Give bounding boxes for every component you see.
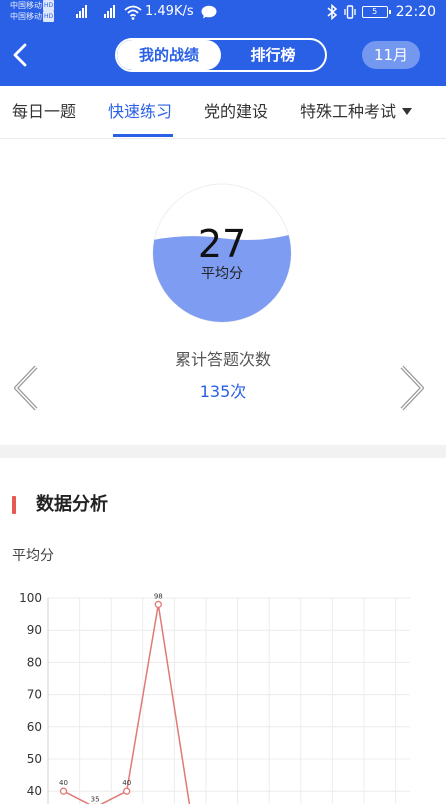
section-accent-bar: [12, 496, 16, 514]
chart-data-point: [123, 787, 131, 795]
status-bar: 中国移动 HD 中国移动 HD 1.49K/s 5 22:20: [0, 0, 446, 26]
score-card: 27 平均分 累计答题次数 135次: [0, 139, 446, 445]
chart-y-tick-label: 100: [19, 591, 42, 605]
tab-label: 快速练习: [108, 102, 173, 121]
tab-quick-practice[interactable]: 快速练习: [108, 86, 172, 138]
signal-icon: [76, 5, 87, 18]
chart-y-tick-label: 40: [27, 784, 42, 798]
chart-data-label: 40: [59, 779, 68, 787]
nav-bar: 我的战绩 排行榜 11月: [0, 26, 446, 86]
section-gap: [0, 445, 446, 458]
dropdown-arrow-icon: [402, 108, 413, 115]
month-selector-button[interactable]: 11月: [362, 41, 420, 69]
tab-special-exam[interactable]: 特殊工种考试: [300, 86, 413, 138]
chart-y-tick-label: 50: [27, 752, 42, 766]
section-title: 数据分析: [36, 494, 108, 515]
average-score: 27: [197, 222, 247, 266]
active-tab-indicator: [113, 134, 173, 137]
clock: 22:20: [395, 4, 436, 20]
average-score-label: 平均分: [201, 266, 243, 282]
chart-y-tick-label: 90: [27, 623, 42, 637]
chart-data-label: 40: [122, 779, 131, 787]
carrier-2: 中国移动: [10, 12, 42, 21]
tab-label: 每日一题: [12, 102, 77, 121]
signal-icon: [104, 5, 115, 18]
category-tabs: 每日一题 快速练习 党的建设 特殊工种考试: [0, 86, 446, 138]
battery-icon: 5: [361, 6, 391, 18]
battery-level: 5: [372, 7, 378, 16]
chart-y-tick-label: 80: [27, 655, 42, 669]
carrier-1: 中国移动: [10, 1, 42, 10]
net-speed: 1.49K/s: [145, 4, 194, 19]
wifi-icon: [124, 5, 142, 20]
next-arrow-icon[interactable]: [396, 363, 430, 413]
tab-label: 党的建设: [204, 102, 269, 121]
data-analysis-section: 数据分析 平均分 100 90 80 70 60 50 40 40 35 40 98: [0, 458, 446, 804]
vibrate-icon: [343, 5, 356, 19]
tab-party-building[interactable]: 党的建设: [204, 86, 268, 138]
tab-my-record[interactable]: 我的战绩: [117, 40, 221, 70]
back-icon[interactable]: [6, 40, 36, 70]
hd-badge: HD: [43, 0, 55, 11]
record-ranking-switch: 我的战绩 排行榜: [115, 38, 327, 72]
tab-daily-question[interactable]: 每日一题: [12, 86, 76, 138]
tab-label: 特殊工种考试: [300, 102, 397, 121]
prev-arrow-icon[interactable]: [8, 363, 42, 413]
hd-badge: HD: [43, 11, 55, 22]
chart-y-tick-label: 70: [27, 688, 42, 702]
chart-series-line: [63, 604, 191, 804]
chart-data-point: [154, 600, 162, 609]
tab-ranking[interactable]: 排行榜: [221, 40, 325, 70]
chart-data-label: 98: [154, 592, 163, 600]
total-answers-value: 135次: [199, 382, 247, 401]
bluetooth-icon: [327, 4, 337, 20]
chat-icon: [201, 5, 217, 19]
chart-y-tick-label: 60: [27, 720, 42, 734]
carrier-info: 中国移动 HD 中国移动 HD: [10, 0, 55, 22]
chart-subtitle: 平均分: [12, 548, 54, 564]
total-answers-label: 累计答题次数: [174, 350, 271, 369]
average-score-chart: 100 90 80 70 60 50 40 40 35 40 98: [19, 591, 410, 804]
chart-data-point: [59, 787, 68, 795]
chart-data-label: 35: [91, 795, 100, 803]
